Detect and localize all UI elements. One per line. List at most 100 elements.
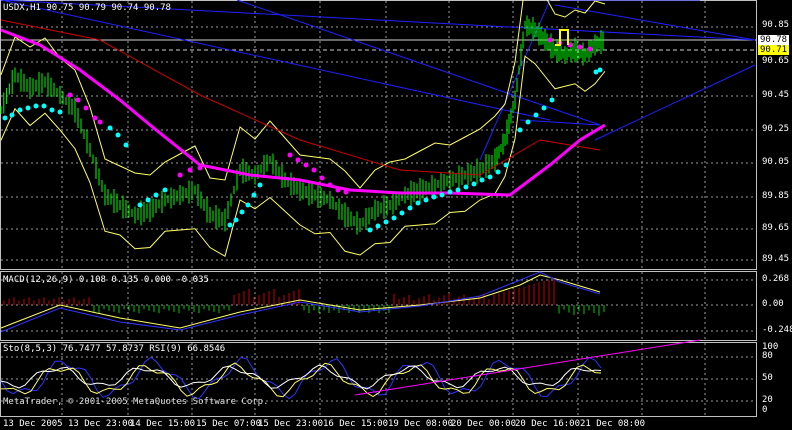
sar-dot xyxy=(33,103,39,109)
time-axis-label: 13 Dec 2005 xyxy=(3,419,63,429)
copyright-text: MetaTrader, © 2001-2005 MetaQuotes Softw… xyxy=(3,397,269,407)
sar-dot xyxy=(311,167,317,173)
sar-dot xyxy=(495,169,501,175)
sar-dot xyxy=(391,215,397,221)
sar-dot xyxy=(233,217,239,223)
sar-dot xyxy=(17,107,23,113)
sar-dot xyxy=(367,227,373,233)
macd-axis-label: -0.248 xyxy=(762,325,792,335)
sar-dot xyxy=(455,187,461,193)
sar-dot xyxy=(123,142,129,148)
sar-dot xyxy=(137,202,143,208)
sar-dot xyxy=(251,192,257,198)
sar-dot xyxy=(547,37,553,43)
chart-canvas[interactable] xyxy=(0,0,792,430)
price-pane[interactable] xyxy=(0,0,757,270)
price-axis-label: 90.05 xyxy=(762,157,790,167)
sar-dot xyxy=(577,44,583,50)
sar-dot xyxy=(423,197,429,203)
price-axis-label: 90.85 xyxy=(762,20,790,30)
sar-dot xyxy=(115,132,121,138)
sar-dot xyxy=(162,187,168,193)
bollinger-lower xyxy=(0,55,606,258)
sar-dot xyxy=(2,115,8,121)
trend-line xyxy=(0,0,551,121)
sar-dot xyxy=(549,97,555,103)
time-axis-label: 15 Dec 23:00 xyxy=(258,419,324,429)
price-axis-label: 89.45 xyxy=(762,254,790,264)
sar-dot xyxy=(303,162,309,168)
sar-dot xyxy=(239,209,245,215)
stochastic-axis-label: 50 xyxy=(762,373,773,383)
macd-axis-label: 0.00 xyxy=(762,299,784,309)
price-axis-label: 90.45 xyxy=(762,90,790,100)
sar-dot xyxy=(447,189,453,195)
sar-dot xyxy=(257,182,263,188)
price-axis-label: 89.85 xyxy=(762,191,790,201)
sar-dot xyxy=(153,192,159,198)
sar-dot xyxy=(107,125,113,131)
sar-dot xyxy=(145,197,151,203)
sar-dot xyxy=(541,105,547,111)
time-axis-label: 16 Dec 15:00 xyxy=(323,419,389,429)
time-axis-label: 20 Dec 00:00 xyxy=(451,419,517,429)
time-axis-label: 14 Dec 15:00 xyxy=(130,419,196,429)
sar-dot xyxy=(335,187,341,193)
price-header: USDX,H1 90.75 90.79 90.74 90.78 xyxy=(3,3,171,13)
level-price-tag: 90.71 xyxy=(758,45,790,55)
sar-dot xyxy=(49,107,55,113)
sar-dot xyxy=(525,119,531,125)
price-axis-label: 90.65 xyxy=(762,56,790,66)
sar-dot xyxy=(431,194,437,200)
sar-dot xyxy=(41,103,47,109)
sar-dot xyxy=(177,172,183,178)
sar-dot xyxy=(97,119,103,125)
macd-axis-label: 0.268 xyxy=(762,274,790,284)
sar-dot xyxy=(439,192,445,198)
sar-dot xyxy=(533,112,539,118)
sar-dot xyxy=(9,112,15,118)
sar-dot xyxy=(503,162,509,168)
sar-dot xyxy=(375,223,381,229)
sar-dot xyxy=(92,115,98,121)
stochastic-axis-label: 0 xyxy=(762,405,768,415)
sar-dot xyxy=(487,174,493,180)
chart-window[interactable]: USDX,H1 90.75 90.79 90.74 90.78 MACD(12,… xyxy=(0,0,792,430)
sar-dot xyxy=(383,219,389,225)
sar-dot xyxy=(407,205,413,211)
sar-dot xyxy=(57,109,63,115)
stochastic-signal xyxy=(0,362,602,398)
sar-dot xyxy=(25,105,31,111)
sar-dot xyxy=(327,182,333,188)
sar-dot xyxy=(187,167,193,173)
sar-dot xyxy=(399,210,405,216)
current-price-tag: 90.78 xyxy=(758,35,790,45)
sar-dot xyxy=(343,189,349,195)
stochastic-axis-label: 20 xyxy=(762,395,773,405)
sar-dot xyxy=(479,177,485,183)
sar-dot xyxy=(245,202,251,208)
sar-dot xyxy=(587,46,593,52)
stochastic-axis-label: 80 xyxy=(762,351,773,361)
moving-average-red xyxy=(0,19,601,176)
time-axis-label: 20 Dec 16:00 xyxy=(515,419,581,429)
sar-dot xyxy=(463,184,469,190)
sar-dot xyxy=(471,181,477,187)
macd-header: MACD(12,26,9) 0.108 0.135 0.000 -0.035 xyxy=(3,275,209,285)
sar-dot xyxy=(287,152,293,158)
sar-dot xyxy=(227,222,233,228)
sar-dot xyxy=(517,127,523,133)
price-axis-label: 89.65 xyxy=(762,223,790,233)
time-axis-label: 21 Dec 08:00 xyxy=(580,419,646,429)
bollinger-upper xyxy=(0,0,606,189)
sar-dot xyxy=(83,105,89,111)
price-axis-label: 90.25 xyxy=(762,124,790,134)
time-axis-label: 13 Dec 23:00 xyxy=(68,419,134,429)
time-axis-label: 19 Dec 08:00 xyxy=(388,419,454,429)
sar-dot xyxy=(597,67,603,73)
sar-dot xyxy=(197,165,203,171)
sar-dot xyxy=(415,200,421,206)
pane-border xyxy=(0,0,757,270)
sar-dot xyxy=(67,92,73,98)
sar-dot xyxy=(295,157,301,163)
